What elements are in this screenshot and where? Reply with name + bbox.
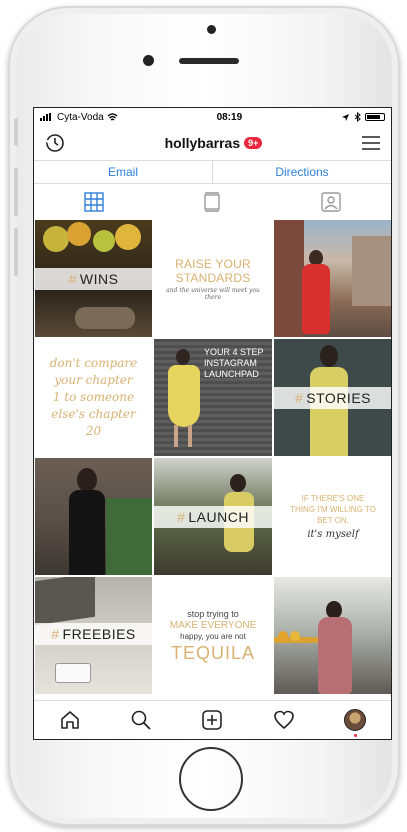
- raise-title: RAISE YOUR STANDARDS: [175, 256, 251, 285]
- notification-badge: 9+: [244, 137, 263, 149]
- post-red-dress[interactable]: [274, 220, 391, 337]
- one-thing-text: IF THERE'S ONE THING I'M WILLING TO BET …: [290, 494, 376, 525]
- tequila-line-3: happy, you are not: [180, 631, 246, 641]
- post-wins[interactable]: # WINS: [35, 220, 152, 337]
- volume-up-button: [14, 168, 18, 216]
- sensor-icon: [143, 55, 154, 66]
- post-raise-standards[interactable]: RAISE YOUR STANDARDS and the universe wi…: [154, 220, 272, 337]
- history-icon[interactable]: [44, 132, 66, 154]
- username-text: hollybarras: [164, 135, 241, 151]
- earpiece-speaker: [179, 58, 239, 64]
- profile-avatar[interactable]: [344, 709, 367, 737]
- bluetooth-icon: [354, 112, 361, 122]
- home-button[interactable]: [179, 747, 243, 811]
- search-icon[interactable]: [130, 709, 152, 731]
- menu-icon[interactable]: [361, 135, 381, 151]
- post-one-thing[interactable]: IF THERE'S ONE THING I'M WILLING TO BET …: [274, 458, 391, 575]
- grid-view-icon[interactable]: [84, 192, 104, 212]
- feed-view-icon[interactable]: [204, 192, 221, 212]
- location-icon: [342, 113, 349, 121]
- status-bar: Cyta-Voda 08:19: [34, 108, 391, 126]
- post-stories[interactable]: # STORIES: [274, 339, 391, 456]
- post-launch[interactable]: # LAUNCH: [154, 458, 272, 575]
- freebies-label: # FREEBIES: [35, 623, 152, 645]
- launch-label: # LAUNCH: [154, 506, 272, 528]
- post-grid: # WINS RAISE YOUR STANDARDS and the unive…: [34, 220, 391, 694]
- carrier-label: Cyta-Voda: [57, 111, 104, 123]
- tequila-line-4: TEQUILA: [170, 642, 256, 663]
- post-black-dress[interactable]: [35, 458, 152, 575]
- tequila-line-1: stop trying to: [187, 608, 239, 619]
- directions-link[interactable]: Directions: [213, 161, 391, 183]
- bottom-nav: [34, 700, 391, 739]
- profile-username[interactable]: hollybarras 9+: [165, 135, 263, 151]
- email-link[interactable]: Email: [34, 161, 213, 183]
- tequila-line-2: MAKE EVERYONE: [169, 619, 257, 631]
- battery-icon: [365, 113, 385, 121]
- launchpad-text: YOUR 4 STEP INSTAGRAM LAUNCHPAD: [204, 347, 264, 379]
- dont-compare-quote: don't compare your chapter 1 to someone …: [49, 356, 138, 438]
- wins-label: # WINS: [35, 268, 152, 290]
- mute-switch: [14, 118, 18, 146]
- heart-icon[interactable]: [273, 709, 295, 731]
- myself-text: it's myself: [307, 529, 359, 540]
- profile-header: hollybarras 9+: [34, 126, 391, 160]
- phone-screen: Cyta-Voda 08:19 hollybarras 9+ Email Dir…: [33, 107, 392, 740]
- post-launchpad[interactable]: YOUR 4 STEP INSTAGRAM LAUNCHPAD: [154, 339, 272, 456]
- post-tequila[interactable]: stop trying to MAKE EVERYONE happy, you …: [154, 577, 272, 694]
- view-tabs: [34, 184, 391, 220]
- wifi-icon: [107, 112, 118, 120]
- post-cafe[interactable]: [274, 577, 391, 694]
- home-icon[interactable]: [59, 709, 81, 731]
- front-camera-icon: [207, 25, 216, 34]
- raise-subtitle: and the universe will meet you there: [166, 286, 260, 301]
- signal-icon: [40, 113, 51, 121]
- volume-down-button: [14, 228, 18, 276]
- clock: 08:19: [216, 111, 243, 123]
- contact-links: Email Directions: [34, 160, 391, 184]
- post-dont-compare[interactable]: don't compare your chapter 1 to someone …: [35, 339, 152, 456]
- tagged-icon[interactable]: [321, 192, 341, 212]
- stories-label: # STORIES: [274, 387, 391, 409]
- post-freebies[interactable]: # FREEBIES: [35, 577, 152, 694]
- new-post-icon[interactable]: [201, 709, 223, 731]
